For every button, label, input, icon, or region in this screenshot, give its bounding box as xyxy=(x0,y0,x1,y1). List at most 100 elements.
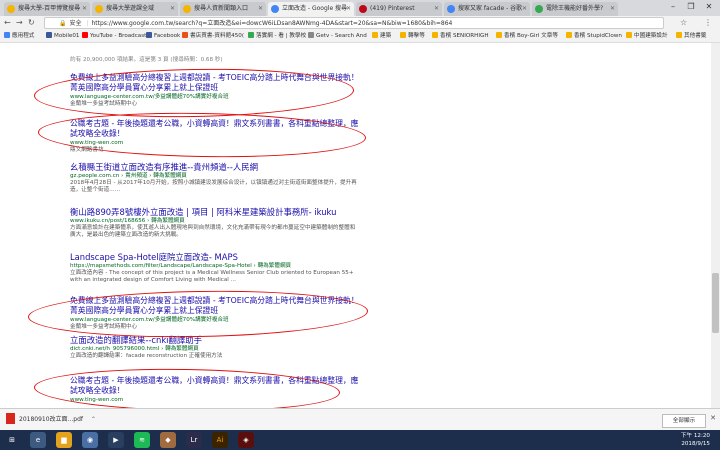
tab-4-active[interactable]: 立面改造 - Google 搜尋 ✕ xyxy=(268,2,354,16)
bookmark-folder[interactable]: 香檳 StupidClown xyxy=(566,30,622,42)
tab-5[interactable]: (419) Pinterest ✕ xyxy=(356,2,442,16)
chevron-up-icon[interactable]: ⌃ xyxy=(91,416,96,423)
bookmark-item[interactable]: Facebook xyxy=(146,30,180,42)
result-url: dict.cnki.net/h_905796000.html › 轉為繁體網頁 xyxy=(70,346,199,352)
url-input[interactable]: 🔒 安全 | https://www.google.com.tw/search?q=… xyxy=(44,17,664,29)
bookmark-label: 其他書籤 xyxy=(684,33,707,39)
folder-icon xyxy=(400,32,406,38)
download-item[interactable]: 20180910改立面...pdf ⌃ xyxy=(6,413,96,427)
bookmark-label: 香檳 StupidClown xyxy=(574,33,622,39)
bookmark-folder[interactable]: 轉擊等 xyxy=(400,30,425,42)
start-icon[interactable]: ⊞ xyxy=(4,432,20,448)
bookmark-label: Getv - Search And xyxy=(316,33,367,39)
result-snippet: 方面滿意設計在建築體系，使其遊人出入體現地與到自然環境，文化充滿帶有現今的都市蔓… xyxy=(70,225,356,238)
bookmark-label: 應用程式 xyxy=(12,33,35,39)
folder-icon xyxy=(432,32,438,38)
result-stats: 約有 20,900,000 項結果，這是第 3 頁 (搜尋時間：0.68 秒) xyxy=(70,57,223,63)
tab-label: 搜尋大學-百甲博覽搜尋 xyxy=(18,5,81,12)
close-window-icon[interactable]: ✕ xyxy=(700,0,718,14)
bookmark-label: 落實網 - 看 | 教學校 xyxy=(256,33,307,39)
tab-label: 搜尋大學遊課全域 xyxy=(106,5,155,12)
windows-taskbar: ⊞ e ▆ ◉ ▶ ≋ ◆ Lr Ai ◈ 下午 12:20 2018/9/15 xyxy=(0,430,720,450)
bookmark-label: 中國建築設計 xyxy=(634,33,668,39)
pdf-icon xyxy=(6,413,15,424)
bookmark-item[interactable]: 書店買書-資料館450( xyxy=(182,30,244,42)
ie-icon[interactable]: e xyxy=(30,432,46,448)
result-title-link[interactable]: Landscape Spa-Hotel庭院立面改造- MAPS xyxy=(70,252,360,262)
show-all-downloads-button[interactable]: 全部顯示 xyxy=(662,414,706,428)
bookmark-item[interactable]: 落實網 - 看 | 教學校 xyxy=(248,30,306,42)
close-icon[interactable]: ✕ xyxy=(82,2,87,16)
favicon-icon xyxy=(183,5,191,13)
bookmark-icon xyxy=(182,32,188,38)
apps-icon xyxy=(4,32,10,38)
search-results-page: 約有 20,900,000 項結果，這是第 3 頁 (搜尋時間：0.68 秒) … xyxy=(0,43,720,414)
search-result: 立面改造的翻譯結果--cnki翻譯助手 dict.cnki.net/h_9057… xyxy=(70,335,360,360)
tab-label: 電除王機能好番外學? xyxy=(546,5,604,12)
scrollbar-thumb[interactable] xyxy=(712,273,719,333)
close-icon[interactable]: ✕ xyxy=(346,2,351,16)
close-icon[interactable]: ✕ xyxy=(610,2,615,16)
bookmark-label: Facebook xyxy=(154,33,181,39)
youtube-icon xyxy=(82,32,88,38)
forward-icon[interactable]: → xyxy=(16,17,23,29)
facebook-icon xyxy=(146,32,152,38)
tab-3[interactable]: 搜尋人資新聞類入口 ✕ xyxy=(180,2,266,16)
bookmark-item[interactable]: Getv - Search And xyxy=(308,30,367,42)
file-explorer-icon[interactable]: ▆ xyxy=(56,432,72,448)
result-title-link[interactable]: 幺積縣王街道立面改造有序推進--貴州頻道--人民網 xyxy=(70,162,360,172)
folder-icon xyxy=(372,32,378,38)
bookmark-item[interactable]: 應用程式 xyxy=(4,30,34,42)
tab-label: (419) Pinterest xyxy=(370,5,415,12)
tab-1[interactable]: 搜尋大學-百甲博覽搜尋 ✕ xyxy=(4,2,90,16)
favicon-icon xyxy=(95,5,103,13)
bookmarks-bar: 應用程式 Mobile01 YouTube - Broadcast Facebo… xyxy=(0,30,720,43)
close-icon[interactable]: ✕ xyxy=(258,2,263,16)
close-icon[interactable]: ✕ xyxy=(170,2,175,16)
search-result: 幺積縣王街道立面改造有序推進--貴州頻道--人民網 gz.people.com.… xyxy=(70,162,360,194)
bookmark-folder[interactable]: 香檳 Boy-Girl 文章等 xyxy=(496,30,558,42)
bookmark-icon xyxy=(248,32,254,38)
bookmark-folder[interactable]: 香檳 SENIORHIGH xyxy=(432,30,489,42)
search-result: 衡山路890弄8號樓外立面改造 | 項目 | 阿科米星建築設計事務所- ikuk… xyxy=(70,207,360,239)
tab-7[interactable]: 電除王機能好番外學? ✕ xyxy=(532,2,618,16)
bookmark-icon xyxy=(46,32,52,38)
back-icon[interactable]: ← xyxy=(4,17,11,29)
clock-date: 2018/9/15 xyxy=(681,441,710,447)
maximize-icon[interactable]: ❐ xyxy=(682,0,700,14)
media-player-icon[interactable]: ▶ xyxy=(108,432,124,448)
folder-icon xyxy=(626,32,632,38)
reload-icon[interactable]: ↻ xyxy=(28,17,35,29)
tab-label: 搜尋人資新聞類入口 xyxy=(194,5,249,12)
bookmark-label: 建築 xyxy=(380,33,392,39)
tab-label: 立面改造 - Google 搜尋 xyxy=(282,5,348,12)
app-icon[interactable]: ◈ xyxy=(238,432,254,448)
google-icon xyxy=(447,5,455,13)
star-icon[interactable]: ☆ xyxy=(680,17,687,29)
bookmark-item[interactable]: YouTube - Broadcast xyxy=(82,30,146,42)
close-icon[interactable]: ✕ xyxy=(434,2,439,16)
result-snippet: 立面改造的翻譯結果：facade reconstruction 正確使用方法 xyxy=(70,353,223,359)
result-title-link[interactable]: 衡山路890弄8號樓外立面改造 | 項目 | 阿科米星建築設計事務所- ikuk… xyxy=(70,207,360,217)
result-url: https://mapsmethods.com/filter/Landscape… xyxy=(70,263,292,269)
tab-2[interactable]: 搜尋大學遊課全域 ✕ xyxy=(92,2,178,16)
taskbar-clock[interactable]: 下午 12:20 2018/9/15 xyxy=(681,432,710,448)
close-icon[interactable]: ✕ xyxy=(522,2,527,16)
tab-label: 搜家又家 facade - 谷歌 xyxy=(458,5,523,12)
chrome-icon[interactable]: ◉ xyxy=(82,432,98,448)
app-icon[interactable]: ◆ xyxy=(160,432,176,448)
download-bar: 20180910改立面...pdf ⌃ 全部顯示 ✕ xyxy=(0,408,720,431)
spotify-icon[interactable]: ≋ xyxy=(134,432,150,448)
lightroom-icon[interactable]: Lr xyxy=(186,432,202,448)
menu-icon[interactable]: ⋮ xyxy=(704,17,712,29)
google-icon xyxy=(271,5,279,13)
tab-6[interactable]: 搜家又家 facade - 谷歌 ✕ xyxy=(444,2,530,16)
bookmark-folder[interactable]: 建築 xyxy=(372,30,391,42)
bookmark-folder[interactable]: 其他書籤 xyxy=(676,30,706,42)
vertical-scrollbar[interactable] xyxy=(711,43,720,408)
illustrator-icon[interactable]: Ai xyxy=(212,432,228,448)
bookmark-item[interactable]: Mobile01 xyxy=(46,30,79,42)
bookmark-folder[interactable]: 中國建築設計 xyxy=(626,30,668,42)
minimize-icon[interactable]: – xyxy=(664,0,682,14)
close-icon[interactable]: ✕ xyxy=(710,414,716,422)
